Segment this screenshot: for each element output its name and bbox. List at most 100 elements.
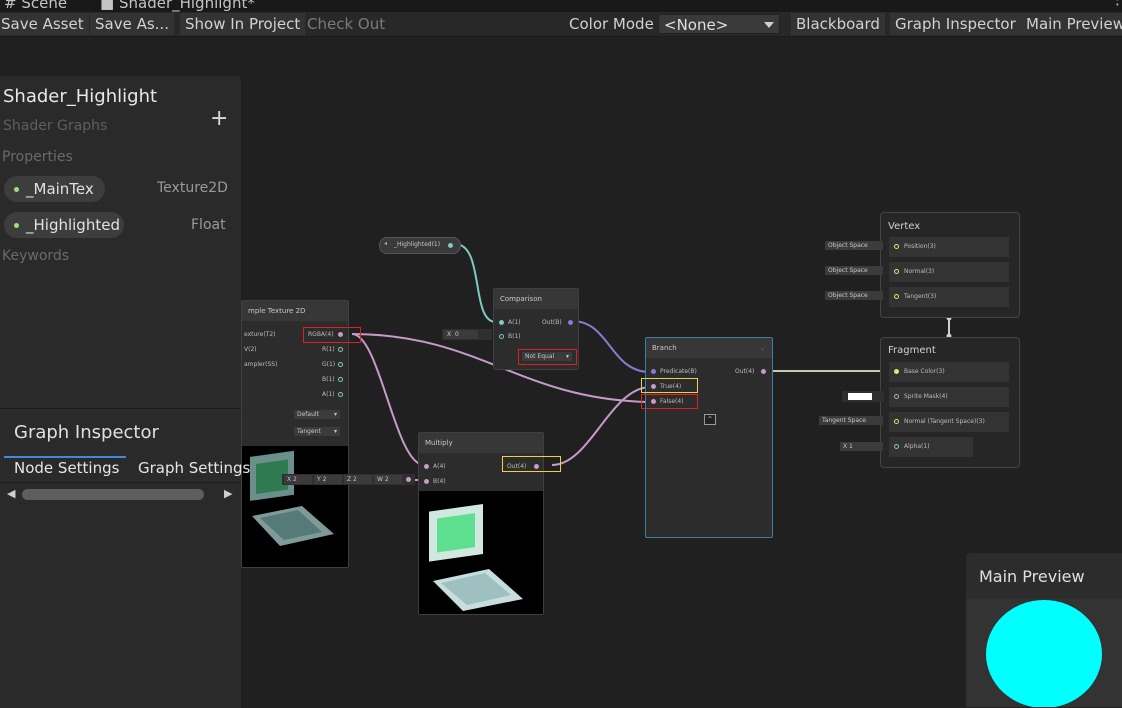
highlight-branch-false xyxy=(641,394,698,409)
color-swatch[interactable] xyxy=(848,393,872,400)
output-port-a[interactable] xyxy=(338,392,343,397)
port-g: G(1) xyxy=(322,361,336,368)
space-dropdown[interactable]: Tangent ▾ xyxy=(294,427,340,436)
block-label: Base Color(3) xyxy=(904,368,945,375)
collapse-chevron-icon[interactable]: ⌄ xyxy=(760,345,765,352)
preview-sphere xyxy=(986,600,1102,707)
block-label: Sprite Mask(4) xyxy=(904,393,948,400)
wire-highlighted-to-comparison xyxy=(454,243,497,323)
output-port-r[interactable] xyxy=(338,347,343,352)
port-r: R(1) xyxy=(322,346,335,353)
blackboard-panel: Shader_Highlight Shader Graphs + Propert… xyxy=(0,76,241,408)
port-out: Out(4) xyxy=(735,368,755,375)
z-field[interactable]: Z 2 xyxy=(344,475,372,484)
exposed-dot-icon xyxy=(14,223,19,228)
fragment-title: Fragment xyxy=(888,345,936,356)
divider xyxy=(0,482,241,483)
w-field[interactable]: W 2 xyxy=(374,475,402,484)
laptop-preview-image xyxy=(250,450,334,546)
normal-space-input[interactable]: Object Space xyxy=(825,266,883,275)
block-alpha[interactable]: Alpha(1) xyxy=(889,437,973,457)
output-port[interactable] xyxy=(448,243,453,248)
property-name: _MainTex xyxy=(26,180,94,198)
preview-viewport[interactable] xyxy=(966,599,1122,707)
property-node-highlighted[interactable]: ◂ _Highlighted(1) xyxy=(379,237,461,254)
port-sampler: ampler(SS) xyxy=(244,361,278,368)
x-field[interactable]: X 2 xyxy=(284,475,312,484)
input-port[interactable] xyxy=(894,269,899,274)
block-base-color[interactable]: Base Color(3) xyxy=(889,362,1009,382)
output-port[interactable] xyxy=(406,477,411,482)
block-label: Alpha(1) xyxy=(904,443,930,450)
property-maintex[interactable]: _MainTex xyxy=(4,176,105,202)
input-port[interactable] xyxy=(894,294,899,299)
alpha-value-input[interactable]: X 1 xyxy=(840,442,883,451)
wire-rgba-to-multiply-a xyxy=(351,333,425,466)
port-a: A(1) xyxy=(508,319,521,326)
node-branch[interactable]: Branch ⌄ Predicate(B) True(4) False(4) O… xyxy=(645,337,773,538)
scroll-right-icon[interactable]: ▶ xyxy=(224,487,232,500)
y-field[interactable]: Y 2 xyxy=(314,475,342,484)
block-tangent[interactable]: Tangent(3) xyxy=(889,287,1009,307)
b-value-field[interactable]: X 0 xyxy=(444,330,478,339)
chevron-down-icon: ▾ xyxy=(333,428,337,435)
output-port[interactable] xyxy=(568,320,573,325)
texture-preview xyxy=(242,446,348,567)
input-port-b[interactable] xyxy=(499,334,504,339)
input-port[interactable] xyxy=(894,394,899,399)
input-port[interactable] xyxy=(894,444,899,449)
laptop-preview-image xyxy=(658,427,750,532)
output-port[interactable] xyxy=(761,369,766,374)
active-tab-indicator xyxy=(4,456,126,458)
port-out: Out(B) xyxy=(542,319,562,326)
tangent-space-input[interactable]: Object Space xyxy=(825,291,883,300)
branch-preview xyxy=(646,410,772,537)
port-uv: V(2) xyxy=(244,346,257,353)
vector4-input-node[interactable]: X 2 Y 2 Z 2 W 2 xyxy=(282,474,415,485)
port-b: B(1) xyxy=(322,376,335,383)
block-normal[interactable]: Normal(3) xyxy=(889,262,1009,282)
preview-collapse-icon[interactable]: ^ xyxy=(704,414,716,425)
exposed-dot-icon xyxy=(14,187,19,192)
property-highlighted[interactable]: _Highlighted xyxy=(4,212,124,238)
output-port-g[interactable] xyxy=(338,362,343,367)
block-label: Normal (Tangent Space)(3) xyxy=(904,418,985,425)
property-node-label: _Highlighted(1) xyxy=(394,241,441,248)
tab-graph-settings[interactable]: Graph Settings xyxy=(138,459,250,477)
input-port[interactable] xyxy=(894,369,899,374)
port-a: A(4) xyxy=(433,463,446,470)
port-texture: exture(T2) xyxy=(244,331,276,338)
block-sprite-mask[interactable]: Sprite Mask(4) xyxy=(889,387,1009,407)
blackboard-subtitle: Shader Graphs xyxy=(3,118,108,134)
block-label: Tangent(3) xyxy=(904,293,937,300)
scroll-left-icon[interactable]: ◀ xyxy=(7,487,15,500)
sprite-mask-color-input[interactable] xyxy=(842,391,884,402)
input-port-a[interactable] xyxy=(424,464,429,469)
position-space-input[interactable]: Object Space xyxy=(825,241,883,250)
horizontal-scrollbar-thumb[interactable] xyxy=(22,489,204,500)
collapse-icon: ◂ xyxy=(384,240,388,247)
output-port-b[interactable] xyxy=(338,377,343,382)
property-name: _Highlighted xyxy=(26,216,120,234)
block-position[interactable]: Position(3) xyxy=(889,237,1009,257)
input-port-b[interactable] xyxy=(424,479,429,484)
node-title: mple Texture 2D xyxy=(242,301,348,321)
vertex-title: Vertex xyxy=(888,221,921,232)
plus-icon[interactable]: + xyxy=(210,106,228,131)
input-port-a[interactable] xyxy=(499,320,504,325)
property-type: Float xyxy=(191,217,226,233)
tab-node-settings[interactable]: Node Settings xyxy=(14,459,119,477)
input-port-predicate[interactable] xyxy=(651,369,656,374)
property-type: Texture2D xyxy=(157,180,228,196)
block-normal-tangent[interactable]: Normal (Tangent Space)(3) xyxy=(889,412,1009,432)
input-port[interactable] xyxy=(894,419,899,424)
block-label: Position(3) xyxy=(904,243,936,250)
multiply-preview xyxy=(419,491,543,614)
normal-space-input[interactable]: Tangent Space xyxy=(819,416,883,425)
type-dropdown[interactable]: Default ▾ xyxy=(294,410,340,419)
inspector-title: Graph Inspector xyxy=(14,422,159,443)
keywords-header: Keywords xyxy=(2,248,70,264)
port-b: B(1) xyxy=(508,333,521,340)
input-port[interactable] xyxy=(894,244,899,249)
comparison-b-input[interactable]: X 0 xyxy=(442,329,492,340)
